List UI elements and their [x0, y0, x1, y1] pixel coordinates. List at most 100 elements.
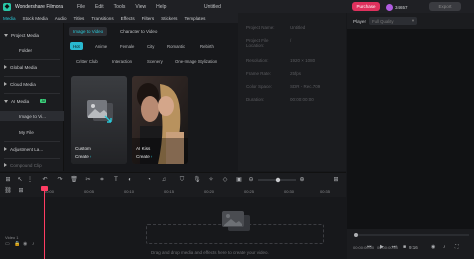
tab-titles[interactable]: Titles — [74, 16, 85, 21]
card-create-link[interactable]: Create› — [136, 154, 152, 159]
chip-city[interactable]: City — [144, 42, 157, 50]
sidebar-item-my-file[interactable]: My File — [0, 127, 64, 137]
fullscreen-icon[interactable]: ⛶ — [455, 244, 459, 250]
lock-icon[interactable]: 🔒 — [14, 241, 20, 247]
tab-audio[interactable]: Audio — [55, 16, 67, 21]
tab-media[interactable]: Media — [3, 16, 16, 21]
chip-hot[interactable]: Hot — [70, 42, 83, 50]
select-cursor-icon[interactable]: ↖ — [16, 176, 24, 184]
purchase-button[interactable]: Purchase — [352, 2, 380, 11]
chevron-right-icon — [4, 82, 7, 86]
template-card-ai-kiss[interactable]: AI Kiss Create› — [132, 76, 188, 164]
coin-icon — [386, 3, 393, 11]
asset-tabs: Media Stock Media Audio Titles Transitio… — [0, 13, 238, 23]
tab-transitions[interactable]: Transitions — [91, 16, 113, 21]
prev-frame-icon[interactable]: ⏮ — [367, 244, 372, 250]
volume-icon[interactable]: ♪ — [443, 244, 446, 250]
tick-label: 00:05 — [84, 189, 95, 194]
stop-icon[interactable]: ■ — [403, 244, 406, 250]
playhead[interactable] — [44, 186, 45, 259]
add-track-icon[interactable]: ⊞ — [17, 187, 25, 195]
sidebar-item-adjustment-layer[interactable]: Adjustment La... — [0, 144, 64, 154]
layout-grid-icon[interactable]: ⊞ — [4, 176, 12, 184]
chip-critter-club[interactable]: Critter Club — [73, 57, 101, 65]
sidebar-item-image-to-video[interactable]: Image to Vi... — [0, 111, 64, 121]
speed-icon[interactable]: ◔ — [145, 176, 153, 184]
quality-dropdown[interactable]: Full Quality ▾ — [369, 17, 417, 25]
more-icon[interactable]: ⋮ — [26, 176, 34, 184]
tick-label: 00:20 — [204, 189, 215, 194]
next-frame-icon[interactable]: ⏭ — [392, 244, 397, 250]
prop-value: Untitled — [290, 25, 306, 30]
tab-templates[interactable]: Templates — [184, 16, 205, 21]
keyframe-icon[interactable]: ◇ — [221, 176, 229, 184]
chip-scenery[interactable]: Scenery — [144, 57, 166, 65]
link-icon[interactable]: ⛓ — [4, 187, 12, 195]
tab-effects[interactable]: Effects — [121, 16, 135, 21]
coins-value: 34657 — [395, 4, 408, 10]
shield-icon[interactable]: ⛉ — [178, 176, 186, 184]
tab-filters[interactable]: Filters — [142, 16, 155, 21]
microphone-icon[interactable]: 🎙 — [193, 176, 201, 184]
menu-help[interactable]: Help — [156, 4, 166, 10]
eye-icon[interactable]: ◉ — [23, 241, 27, 247]
sidebar-item-ai-media[interactable]: AI Media AI — [0, 96, 64, 106]
prop-color-space: Color Space: SDR - Rec.709 — [246, 84, 342, 89]
snapshot-icon[interactable]: ▣ — [235, 176, 243, 184]
undo-icon[interactable]: ↶ — [41, 176, 49, 184]
sidebar-item-compound-clip[interactable]: Compound Clip — [0, 160, 64, 170]
subtab-image-to-video[interactable]: Image to Video — [69, 27, 108, 36]
sidebar-item-label: Project Media — [11, 32, 40, 38]
divider — [4, 93, 60, 94]
delete-icon[interactable]: 🗑 — [70, 176, 78, 184]
menu-file[interactable]: File — [77, 4, 85, 10]
redo-icon[interactable]: ↷ — [56, 176, 64, 184]
chip-female[interactable]: Female — [117, 42, 137, 50]
zoom-slider[interactable] — [257, 177, 297, 183]
card-create-link[interactable]: Create› — [75, 154, 91, 159]
chip-one-image-stylization[interactable]: One-Image Stylization — [172, 57, 220, 65]
menu-edit[interactable]: Edit — [95, 4, 104, 10]
timeline-ruler[interactable]: ⛓ ⊞ 00:00 00:05 00:10 00:15 00:20 00:25 … — [0, 186, 346, 197]
subtab-character-to-video[interactable]: Character to Video — [116, 27, 161, 36]
zoom-in-icon[interactable]: ⊕ — [298, 176, 306, 184]
template-card-custom[interactable]: Custom Create› — [71, 76, 127, 164]
tab-stickers[interactable]: Stickers — [161, 16, 177, 21]
coins-counter[interactable]: 34657 — [386, 3, 408, 11]
aspect-ratio[interactable]: 9:16 — [409, 245, 418, 250]
chip-anime[interactable]: Anime — [92, 42, 110, 50]
track-label: Video 1 — [5, 235, 19, 240]
chip-interaction[interactable]: Interaction — [109, 57, 135, 65]
prop-label: Color Space: — [246, 84, 273, 89]
prop-resolution: Resolution: 1920 × 1080 — [246, 58, 342, 63]
menu-view[interactable]: View — [135, 4, 146, 10]
prop-value: / — [290, 38, 292, 43]
tab-stock-media[interactable]: Stock Media — [23, 16, 48, 21]
export-button[interactable]: Export — [429, 2, 461, 11]
effects-icon[interactable]: ✧ — [207, 176, 215, 184]
split-icon[interactable]: ✂ — [84, 176, 92, 184]
player-preview[interactable] — [347, 29, 474, 229]
sidebar-item-cloud-media[interactable]: Cloud Media — [0, 79, 64, 89]
chip-rebirth[interactable]: Rebirth — [197, 42, 217, 50]
sidebar-item-project-media[interactable]: Project Media — [0, 30, 64, 40]
mute-icon[interactable]: ♪ — [32, 241, 35, 247]
video-track-icon: ▭ — [5, 241, 10, 247]
arrow-right-icon: › — [89, 154, 92, 159]
prop-label: Project Name: — [246, 25, 275, 30]
sidebar-item-folder[interactable]: Folder — [0, 45, 64, 55]
prop-project-name: Project Name: Untitled — [246, 25, 342, 30]
app-window: ◆ Wondershare Filmora File Edit Tools Vi… — [0, 0, 474, 259]
play-icon[interactable]: ▶ — [380, 244, 384, 250]
timeline-settings-icon[interactable]: ⊞ — [332, 176, 340, 184]
screenshot-icon[interactable]: ◉ — [431, 244, 435, 250]
zoom-out-icon[interactable]: ⊖ — [247, 176, 255, 184]
sidebar-item-global-media[interactable]: Global Media — [0, 62, 64, 72]
text-icon[interactable]: T — [112, 176, 120, 184]
chevron-down-icon — [4, 33, 8, 37]
chip-romantic[interactable]: Romantic — [164, 42, 188, 50]
crop-icon[interactable]: ⌗ — [98, 176, 106, 184]
audio-icon[interactable]: ♫ — [160, 176, 168, 184]
menu-tools[interactable]: Tools — [114, 4, 126, 10]
color-icon[interactable]: ◐ — [126, 176, 134, 184]
